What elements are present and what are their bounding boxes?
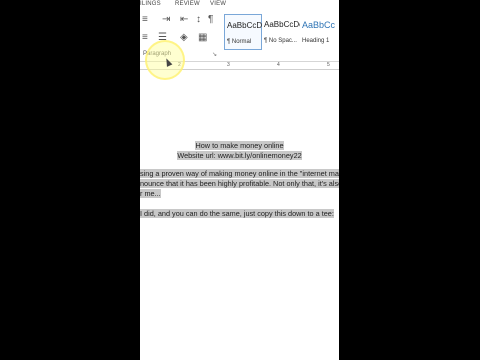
indent-icon[interactable]: ⇥ [162,14,170,26]
style-no-spacing[interactable]: AaBbCcDc ¶ No Spac... [262,14,304,50]
style-sample: AaBbCcDc [264,20,304,29]
style-name: ¶ No Spac... [264,38,297,44]
ruler-mark: 5 [327,62,330,68]
doc-line[interactable]: nounce that it has been highly profitabl… [140,179,339,188]
doc-text: Website url: www.bit.ly/onlinemoney22 [177,151,302,160]
borders-icon[interactable]: ≡ [142,14,148,26]
doc-text: I did, and you can do the same, just cop… [140,209,334,218]
style-sample: AaBbCc [302,20,336,30]
align-icon[interactable]: ≡ [142,32,148,44]
ruler-mark: 3 [227,62,230,68]
tab-review[interactable]: REVIEW [175,0,200,8]
tab-mailings[interactable]: ILINGS [140,0,161,8]
style-normal[interactable]: AaBbCcDc ¶ Normal [224,14,266,50]
borders-dropdown-icon[interactable]: ▦ [198,32,207,44]
doc-line-url[interactable]: Website url: www.bit.ly/onlinemoney22 [140,151,339,160]
style-name: ¶ Normal [227,39,252,45]
doc-text: How to make money online [195,141,284,150]
dialog-launcher-icon[interactable]: ↘ [212,51,217,58]
document-page[interactable]: How to make money online Website url: ww… [140,70,339,360]
styles-gallery: AaBbCcDc ¶ Normal AaBbCcDc ¶ No Spac... … [224,14,339,50]
doc-line-title[interactable]: How to make money online [140,141,339,150]
tab-view[interactable]: VIEW [210,0,226,8]
sort-icon[interactable]: ↕ [196,14,201,26]
style-sample: AaBbCcDc [227,21,267,30]
doc-line[interactable]: sing a proven way of making money online… [140,169,339,178]
style-name: Heading 1 [302,38,330,44]
doc-text: sing a proven way of making money online… [140,169,339,178]
style-heading-1[interactable]: AaBbCc Heading 1 [300,14,338,50]
show-marks-icon[interactable]: ¶ [208,14,213,26]
doc-text: nounce that it has been highly profitabl… [140,179,339,188]
ruler-mark: 4 [277,62,280,68]
shading-icon[interactable]: ◈ [180,32,188,44]
doc-line[interactable]: I did, and you can do the same, just cop… [140,209,334,218]
increase-indent-icon[interactable]: ⇤ [180,14,188,26]
doc-text: r me... [140,189,161,198]
doc-line[interactable]: r me... [140,189,161,198]
